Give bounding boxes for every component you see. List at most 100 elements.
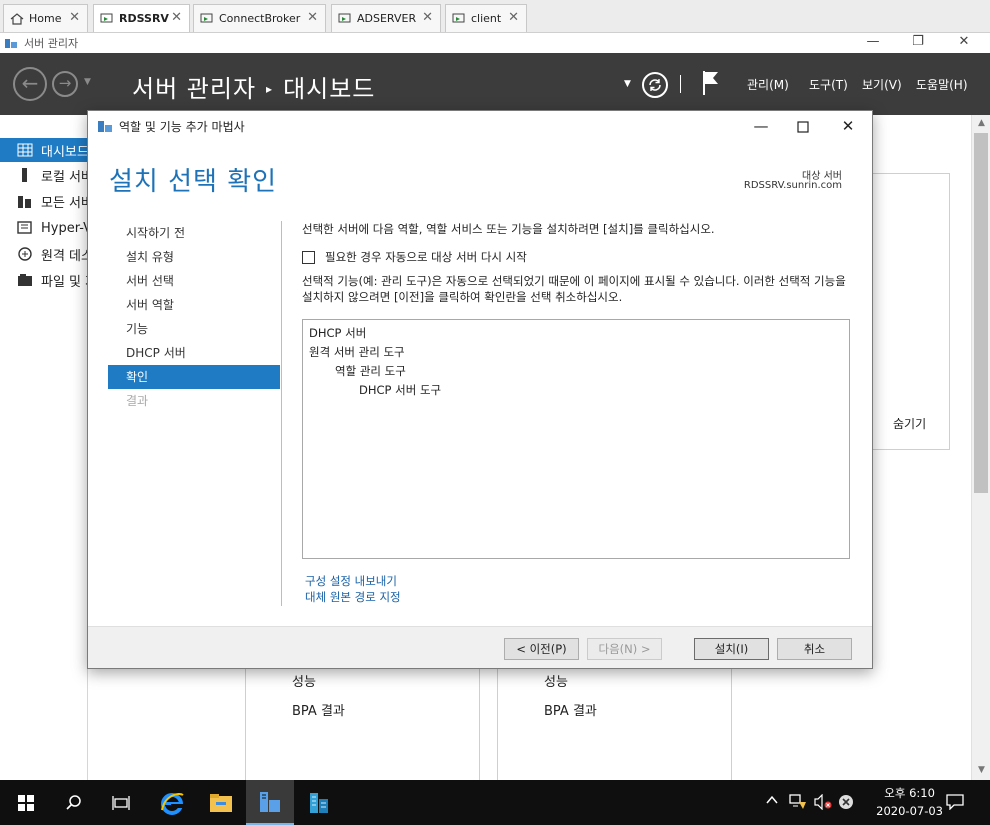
breadcrumb-root[interactable]: 서버 관리자 <box>132 75 256 103</box>
tab-client[interactable]: client ✕ <box>445 4 527 32</box>
sidebar-item-label: 원격 데스크톱 서비스 <box>41 248 88 264</box>
restart-checkbox-label[interactable]: 필요한 경우 자동으로 대상 서버 다시 시작 <box>325 249 527 265</box>
wizard-divider <box>281 221 282 606</box>
step-confirmation[interactable]: 확인 <box>108 365 280 389</box>
wizard-close-button[interactable]: ✕ <box>828 115 868 137</box>
restart-checkbox-row[interactable]: 필요한 경우 자동으로 대상 서버 다시 시작 <box>302 249 527 265</box>
hide-link[interactable]: 숨기기 <box>893 415 926 432</box>
roles-tile-left <box>245 660 480 785</box>
roles-tile-right <box>497 660 732 785</box>
welcome-tile <box>872 173 950 450</box>
windows-logo-icon <box>18 794 34 811</box>
tile-performance-left[interactable]: 성능 <box>292 671 316 690</box>
close-icon[interactable]: ✕ <box>422 10 433 25</box>
window-titlebar: 서버 관리자 — ❐ ✕ <box>0 33 990 53</box>
history-dropdown-icon[interactable]: ▼ <box>84 77 91 87</box>
sidebar-item-hyperv[interactable]: Hyper-V <box>0 216 88 240</box>
sidebar-item-dashboard[interactable]: 대시보드 <box>0 138 88 162</box>
sidebar-item-label: 파일 및 저장소 서비스 <box>41 274 88 290</box>
taskbar-app[interactable] <box>295 780 343 825</box>
restart-checkbox[interactable] <box>302 250 315 264</box>
install-button[interactable]: 설치(I) <box>694 638 769 660</box>
close-icon[interactable]: ✕ <box>508 10 519 25</box>
menu-tools[interactable]: 도구(T) <box>809 76 848 93</box>
tab-rdssrv[interactable]: RDSSRV ✕ <box>93 4 190 32</box>
sidebar-item-remote-desktop[interactable]: 원격 데스크톱 서비스 <box>0 242 88 266</box>
step-server-selection[interactable]: 서버 선택 <box>108 269 280 293</box>
close-icon[interactable]: ✕ <box>171 10 182 25</box>
tab-connectbroker[interactable]: ConnectBroker ✕ <box>193 4 326 32</box>
network-warning-icon[interactable] <box>789 794 807 813</box>
window-title: 서버 관리자 <box>24 37 79 50</box>
menu-view[interactable]: 보기(V) <box>862 76 902 93</box>
start-button[interactable] <box>2 780 50 825</box>
minimize-button[interactable]: — <box>850 33 896 53</box>
selection-list[interactable]: DHCP 서버 원격 서버 관리 도구 역할 관리 도구 DHCP 서버 도구 <box>302 319 850 559</box>
tab-label: RDSSRV <box>119 12 169 25</box>
breadcrumb: 서버 관리자 ▸ 대시보드 <box>132 69 375 104</box>
vm-icon <box>200 13 213 22</box>
tab-label: Home <box>29 12 62 25</box>
taskbar-file-explorer[interactable] <box>197 780 245 825</box>
tile-bpa-left[interactable]: BPA 결과 <box>292 700 345 719</box>
remote-desktop-icon <box>18 247 32 261</box>
close-icon[interactable]: ✕ <box>69 10 80 25</box>
taskbar-server-manager[interactable] <box>246 780 294 825</box>
back-button[interactable]: ← <box>13 67 47 101</box>
maximize-button[interactable]: ❐ <box>895 33 941 53</box>
previous-button[interactable]: < 이전(P) <box>504 638 579 660</box>
step-before-you-begin[interactable]: 시작하기 전 <box>108 221 280 245</box>
step-server-roles[interactable]: 서버 역할 <box>108 293 280 317</box>
taskbar-clock[interactable]: 오후 6:10 2020-07-03 <box>876 784 943 820</box>
scrollbar-thumb[interactable] <box>974 133 988 493</box>
internet-explorer-icon <box>161 792 184 815</box>
clock-date: 2020-07-03 <box>876 804 943 818</box>
next-button: 다음(N) > <box>587 638 662 660</box>
clock-time: 오후 6:10 <box>884 786 935 800</box>
wizard-maximize-button[interactable] <box>783 115 823 137</box>
dropdown-icon[interactable]: ▼ <box>624 79 631 89</box>
server-manager-icon <box>98 121 112 132</box>
volume-muted-icon[interactable] <box>814 793 832 813</box>
tile-performance-right[interactable]: 성능 <box>544 671 568 690</box>
task-view-button[interactable] <box>97 780 145 825</box>
dashboard-scrollbar[interactable]: ▲ ▼ <box>971 115 990 780</box>
close-icon[interactable]: ✕ <box>307 10 318 25</box>
tab-label: ConnectBroker <box>219 12 301 25</box>
sidebar-item-label: 모든 서버 <box>41 195 88 211</box>
notification-center-icon[interactable] <box>946 794 964 813</box>
export-config-link[interactable]: 구성 설정 내보내기 <box>305 573 401 589</box>
close-button[interactable]: ✕ <box>941 33 987 53</box>
taskbar-ie[interactable] <box>148 780 196 825</box>
alternate-source-link[interactable]: 대체 원본 경로 지정 <box>305 589 401 605</box>
tab-home[interactable]: Home ✕ <box>3 4 88 32</box>
tile-bpa-right[interactable]: BPA 결과 <box>544 700 597 719</box>
step-installation-type[interactable]: 설치 유형 <box>108 245 280 269</box>
scroll-up-icon[interactable]: ▲ <box>972 118 990 128</box>
wizard-footer: < 이전(P) 다음(N) > 설치(I) 취소 <box>88 626 872 668</box>
forward-button[interactable]: → <box>52 71 78 97</box>
menu-help[interactable]: 도움말(H) <box>916 76 968 93</box>
step-features[interactable]: 기능 <box>108 317 280 341</box>
error-status-icon[interactable] <box>838 794 854 813</box>
sidebar-item-label: 로컬 서버 <box>41 169 88 185</box>
optional-features-note: 선택적 기능(예: 관리 도구)은 자동으로 선택되었기 때문에 이 페이지에 … <box>302 274 846 304</box>
refresh-button[interactable] <box>642 72 668 98</box>
sidebar-item-local-server[interactable]: 로컬 서버 <box>0 163 88 187</box>
menu-manage[interactable]: 관리(M) <box>747 76 789 93</box>
tray-overflow-chevron-icon[interactable] <box>766 794 778 809</box>
sidebar-item-file-storage[interactable]: 파일 및 저장소 서비스 <box>0 268 88 292</box>
wizard-minimize-button[interactable]: — <box>741 115 781 137</box>
add-roles-wizard: 역할 및 기능 추가 마법사 — ✕ 설치 선택 확인 대상 서버 RDSSRV… <box>87 110 873 669</box>
search-button[interactable] <box>50 780 98 825</box>
scroll-down-icon[interactable]: ▼ <box>972 765 990 775</box>
cancel-button[interactable]: 취소 <box>777 638 852 660</box>
tab-adserver[interactable]: ADSERVER ✕ <box>331 4 441 32</box>
vm-icon <box>100 13 113 22</box>
task-view-icon <box>112 795 130 810</box>
notification-flag-icon[interactable] <box>702 70 720 96</box>
sidebar-item-all-servers[interactable]: 모든 서버 <box>0 189 88 213</box>
sm-header: ← → ▼ 서버 관리자 ▸ 대시보드 ▼ 관리(M) 도구(T) 보기(V) 도움… <box>0 53 990 115</box>
arrow-right-icon: → <box>58 74 72 92</box>
step-dhcp-server[interactable]: DHCP 서버 <box>108 341 280 365</box>
